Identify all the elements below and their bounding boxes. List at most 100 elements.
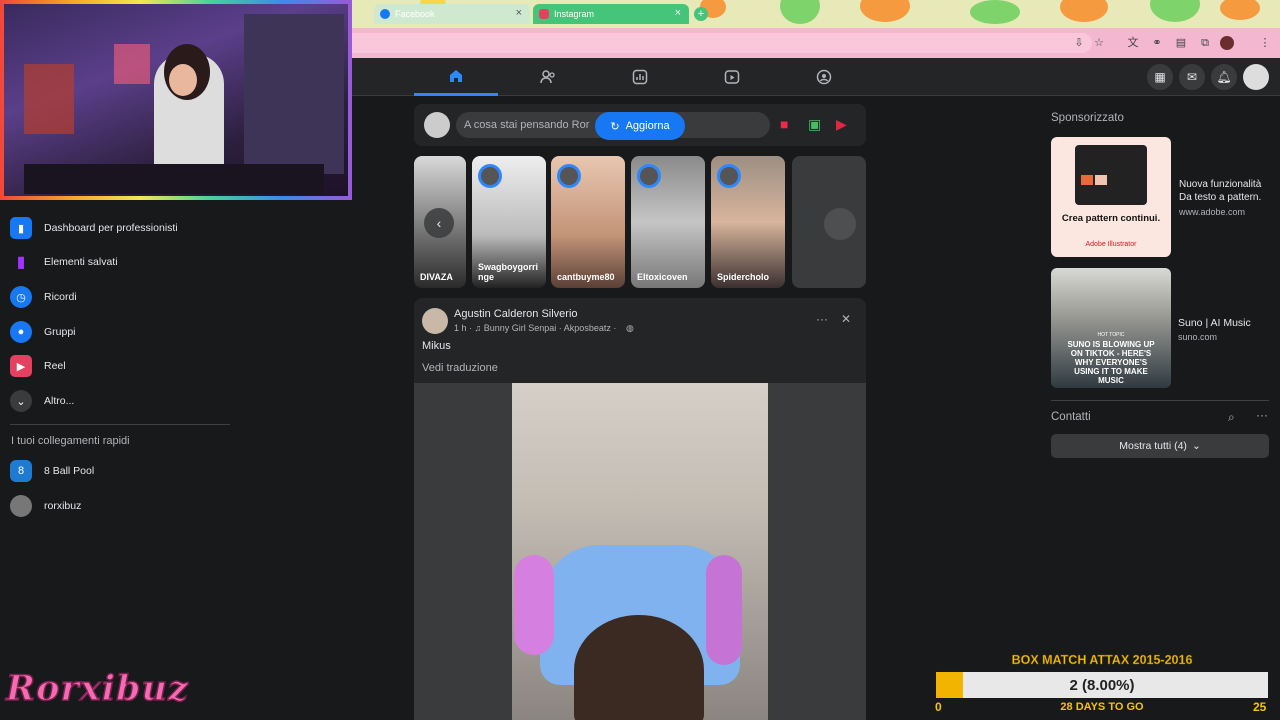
shortcut-8-ball-pool[interactable]: 8 8 Ball Pool xyxy=(10,456,230,486)
avatar xyxy=(10,495,32,517)
close-tab-button[interactable]: × xyxy=(516,7,522,19)
browser-menu-icon[interactable]: ⋮ xyxy=(1258,36,1272,50)
avatar xyxy=(717,164,741,188)
ad-title[interactable]: Nuova funzionalità Da testo a pattern. xyxy=(1179,178,1274,204)
close-tab-button[interactable]: × xyxy=(675,7,681,19)
story-card-loading[interactable] xyxy=(792,156,866,288)
post-media[interactable] xyxy=(414,383,866,720)
shortcut-rorxibuz[interactable]: rorxibuz xyxy=(10,491,230,521)
contacts-options-icon[interactable]: ··· xyxy=(1256,408,1268,422)
nav-home[interactable] xyxy=(414,58,498,96)
swatch xyxy=(1081,175,1093,185)
profile-avatar[interactable] xyxy=(1220,36,1234,50)
goal-progress-bar: 2 (8.00%) xyxy=(936,672,1268,698)
menu-grid-button[interactable]: ▦ xyxy=(1147,64,1173,90)
facebook-top-nav: ▦ ✉ 🔔︎ xyxy=(352,58,1280,96)
reel-icon: ▶ xyxy=(10,355,32,377)
live-video-icon[interactable]: ■ xyxy=(780,116,788,132)
reel-icon[interactable]: ▶ xyxy=(836,116,847,133)
decor-smiley xyxy=(1150,0,1200,22)
webcam-overlay xyxy=(0,0,352,200)
desk xyxy=(24,164,324,194)
author-avatar[interactable] xyxy=(422,308,448,334)
sidebar-item-label: Altro... xyxy=(44,395,75,407)
ad-image-suno[interactable]: HOT TOPIC SUNO IS BLOWING UP ON TIKTOK -… xyxy=(1051,268,1171,388)
show-all-contacts-button[interactable]: Mostra tutti (4) ⌄ xyxy=(1051,434,1269,458)
ad-image-brand: Adobe Illustrator xyxy=(1085,241,1137,248)
messenger-button[interactable]: ✉ xyxy=(1179,64,1205,90)
messenger-icon: ✉ xyxy=(1186,70,1198,84)
story-name: cantbuyme80 xyxy=(557,272,615,282)
sidebar-item-more[interactable]: ⌄ Altro... xyxy=(10,386,230,416)
globe-icon: ◍ xyxy=(626,323,634,333)
post-close-button[interactable]: ✕ xyxy=(841,312,851,326)
bookmark-star-icon[interactable]: ☆ xyxy=(1092,36,1106,50)
ad-image-adobe[interactable]: Crea pattern continui. Adobe Illustrator xyxy=(1051,137,1171,257)
reader-icon[interactable]: ▤ xyxy=(1174,36,1188,50)
story-card[interactable]: Eltoxicoven xyxy=(631,156,705,288)
feed-post: Agustin Calderon Silverio 1 h · ♫ Bunny … xyxy=(414,298,866,720)
webcam-feed xyxy=(4,4,348,196)
account-avatar[interactable] xyxy=(1243,64,1269,90)
ad-title[interactable]: Suno | AI Music xyxy=(1178,317,1251,329)
nav-video[interactable] xyxy=(690,58,774,96)
sidebar-item-label: Elementi salvati xyxy=(44,256,118,268)
search-contacts-icon[interactable]: ⌕ xyxy=(1228,410,1235,425)
sidebar-item-label: Gruppi xyxy=(44,326,76,338)
sidebar-item-dashboard[interactable]: ▮ Dashboard per professionisti xyxy=(10,213,230,243)
translate-icon[interactable]: 文 xyxy=(1126,36,1140,50)
update-button[interactable]: ↻ Aggiorna xyxy=(595,112,685,140)
composer-placeholder: A cosa stai pensando Ror xyxy=(464,119,590,131)
post-author[interactable]: Agustin Calderon Silverio xyxy=(454,308,578,320)
chevron-down-icon: ⌄ xyxy=(1191,440,1201,452)
nav-friends[interactable] xyxy=(506,58,590,96)
show-all-label: Mostra tutti (4) xyxy=(1119,440,1187,452)
nav-groups[interactable] xyxy=(782,58,866,96)
home-icon xyxy=(450,69,462,82)
link-icon[interactable]: ⚭ xyxy=(1150,36,1164,50)
avatar xyxy=(557,164,581,188)
sidebar-item-saved[interactable]: ▮ Elementi salvati xyxy=(10,247,230,277)
tab-facebook[interactable]: Facebook × xyxy=(374,4,530,24)
story-name: DIVAZA xyxy=(420,272,453,282)
shortcuts-title: I tuoi collegamenti rapidi xyxy=(11,435,130,447)
tab-instagram[interactable]: Instagram × xyxy=(533,4,689,24)
post-more-button[interactable]: ··· xyxy=(816,312,828,326)
notifications-button[interactable]: 🔔︎ xyxy=(1211,64,1237,90)
story-card[interactable]: Spidercholo xyxy=(711,156,785,288)
sidebar-item-memories[interactable]: ◷ Ricordi xyxy=(10,282,230,312)
sidebar-item-label: Ricordi xyxy=(44,291,77,303)
new-tab-button[interactable]: + xyxy=(694,7,708,21)
update-button-label: Aggiorna xyxy=(625,120,670,132)
story-name: Eltoxicoven xyxy=(637,272,688,282)
dashboard-icon: ▮ xyxy=(10,217,32,239)
contacts-title: Contatti xyxy=(1051,411,1091,423)
goal-value: 2 (8.00%) xyxy=(1069,677,1135,694)
ad-image-caption: SUNO IS BLOWING UP ON TIKTOK - HERE'S WH… xyxy=(1067,340,1155,385)
story-card[interactable]: Swagboygorri nge xyxy=(472,156,546,288)
chevron-down-icon: ⌄ xyxy=(10,390,32,412)
post-meta: 1 h · ♫ Bunny Girl Senpai · Akposbeatz · xyxy=(454,323,617,333)
install-icon[interactable]: ⇩ xyxy=(1072,36,1086,50)
bookmark-icon: ▮ xyxy=(16,254,26,271)
sidebar-item-reel[interactable]: ▶ Reel xyxy=(10,351,230,381)
divider xyxy=(1051,400,1269,401)
wig-pigtail xyxy=(706,555,742,665)
sidebar-item-groups[interactable]: ● Gruppi xyxy=(10,317,230,347)
video-icon xyxy=(724,70,740,84)
url-field[interactable] xyxy=(352,33,1092,53)
decor-smiley xyxy=(780,0,820,24)
extension-icon[interactable]: ⧉ xyxy=(1198,36,1212,50)
photo-icon[interactable]: ▣ xyxy=(808,116,821,133)
stories-prev-button[interactable]: ‹ xyxy=(424,208,454,238)
decor-mushroom xyxy=(860,0,910,22)
streamer-name-logo: Rorxibuz xyxy=(5,667,189,710)
sidebar-item-label: Dashboard per professionisti xyxy=(44,222,178,234)
story-card[interactable]: cantbuyme80 xyxy=(551,156,625,288)
loading-placeholder xyxy=(824,208,856,240)
friends-icon xyxy=(540,70,555,84)
nav-dashboard[interactable] xyxy=(598,58,682,96)
refresh-icon: ↻ xyxy=(610,120,620,133)
shortcut-label: 8 Ball Pool xyxy=(44,465,95,477)
see-translation-link[interactable]: Vedi traduzione xyxy=(422,362,498,374)
